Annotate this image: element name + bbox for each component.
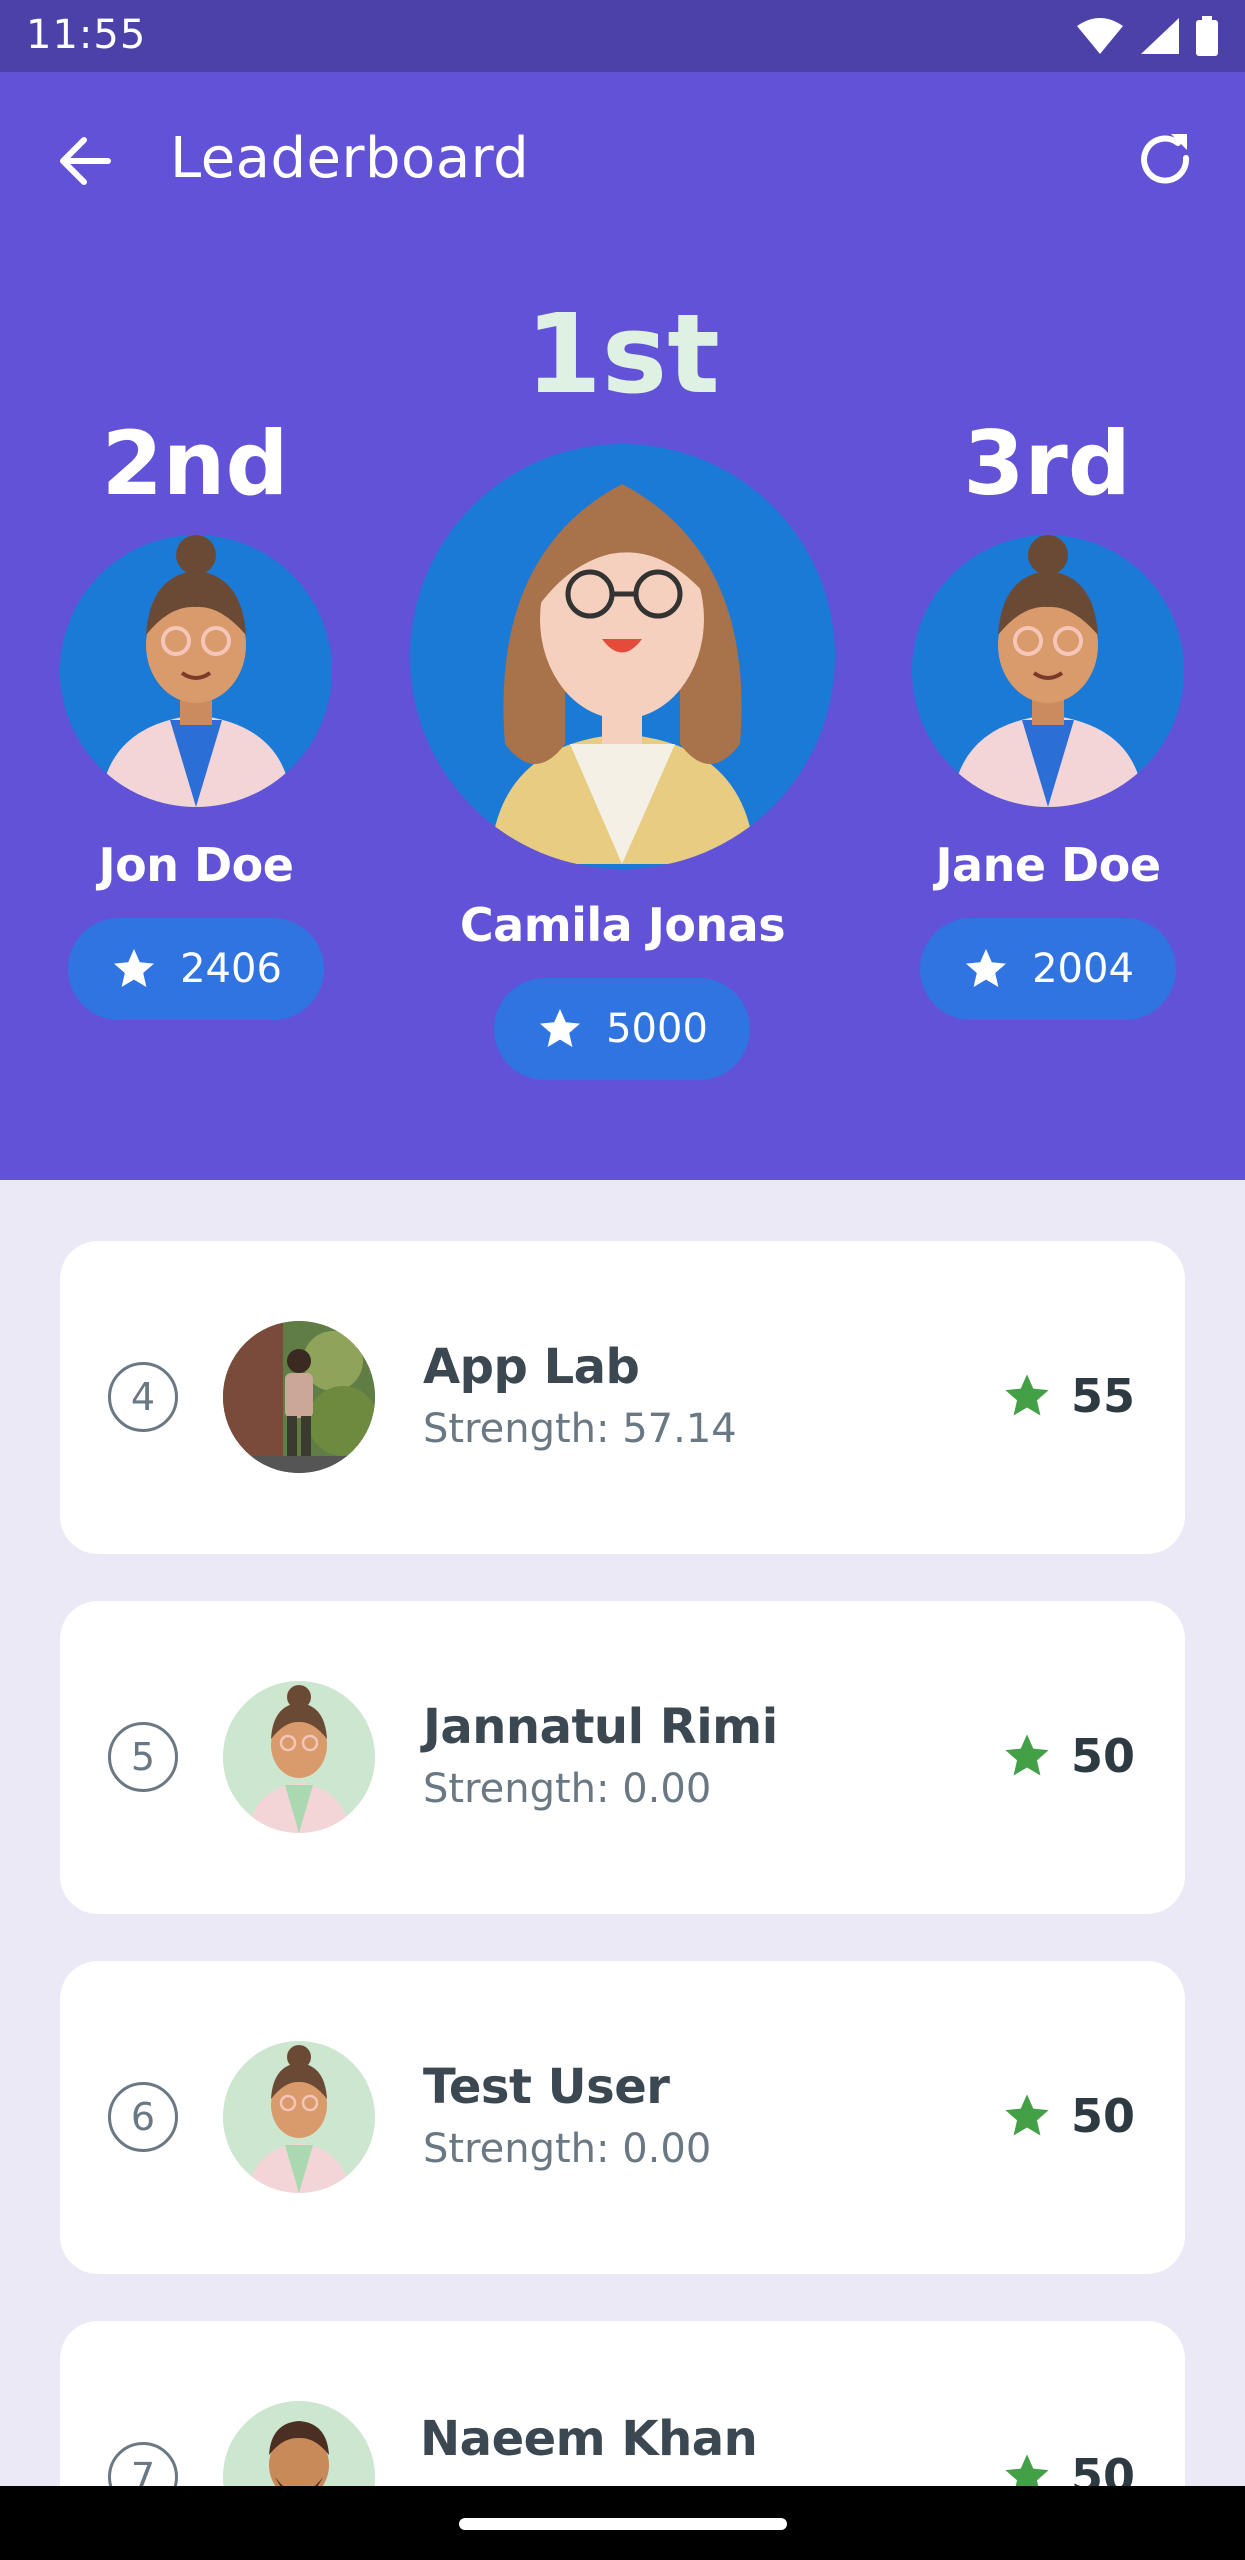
podium-rank-second: 2nd [101, 412, 289, 515]
battery-icon [1196, 16, 1218, 56]
man-avatar-icon [223, 2041, 375, 2193]
podium-name-third: Jane Doe [935, 838, 1161, 892]
star-icon [540, 1009, 581, 1047]
score-value: 50 [1070, 1729, 1135, 1783]
avatar [223, 2041, 375, 2193]
user-name: App Lab [423, 1339, 640, 1395]
home-gesture-handle[interactable] [459, 2518, 787, 2530]
status-time: 11:55 [26, 12, 147, 58]
user-score: 55 [1001, 1369, 1135, 1423]
avatar-first-place[interactable] [410, 444, 835, 869]
app-bar: Leaderboard [0, 72, 1245, 242]
system-navigation-bar [0, 2486, 1245, 2560]
woman-avatar-icon [490, 484, 755, 864]
score-pill-second: 2406 [68, 918, 324, 1020]
wifi-icon [1077, 18, 1123, 54]
star-icon [1005, 1374, 1049, 1416]
score-value: 55 [1070, 1369, 1135, 1423]
list-item[interactable]: 4 App Lab Strength: 57.14 55 [60, 1241, 1185, 1554]
star-icon [114, 949, 155, 987]
user-strength: Strength: 0.00 [423, 2126, 712, 2172]
score-pill-third: 2004 [920, 918, 1176, 1020]
user-name: Jannatul Rimi [423, 1699, 778, 1755]
photo-avatar-icon [223, 1321, 375, 1473]
user-score: 50 [1001, 1729, 1135, 1783]
rank-number: 6 [108, 2082, 178, 2152]
signal-icon [1141, 18, 1179, 54]
list-item[interactable]: 5 Jannatul Rimi Strength: 0.00 50 [60, 1601, 1185, 1914]
avatar [223, 1321, 375, 1473]
back-arrow-icon [60, 137, 111, 185]
user-score: 50 [1001, 2089, 1135, 2143]
score-value: 2406 [180, 946, 282, 992]
back-button[interactable] [50, 126, 120, 196]
refresh-button[interactable] [1131, 126, 1201, 196]
user-name: Test User [423, 2059, 670, 2115]
podium-rank-first: 1st [525, 290, 720, 418]
score-value: 2004 [1032, 946, 1134, 992]
star-icon [1005, 1734, 1049, 1776]
star-icon [1005, 2094, 1049, 2136]
rank-number: 5 [108, 1722, 178, 1792]
user-strength: Strength: 0.00 [423, 1766, 712, 1812]
man-avatar-icon [952, 535, 1144, 807]
man-avatar-icon [100, 535, 292, 807]
podium-name-first: Camila Jonas [459, 898, 786, 952]
score-pill-first: 5000 [494, 978, 750, 1080]
score-value: 50 [1070, 2089, 1135, 2143]
user-name: Naeem Khan [420, 2411, 758, 2467]
page-title: Leaderboard [170, 126, 530, 191]
avatar-third-place[interactable] [912, 535, 1184, 807]
rank-number: 4 [108, 1362, 178, 1432]
list-item[interactable]: 6 Test User Strength: 0.00 50 [60, 1961, 1185, 2274]
refresh-icon [1141, 134, 1190, 184]
status-icons [1075, 14, 1219, 58]
man-avatar-icon [223, 1681, 375, 1833]
score-value: 5000 [606, 1006, 708, 1052]
podium-name-second: Jon Doe [98, 838, 294, 892]
status-bar: 11:55 [0, 0, 1245, 72]
star-icon [966, 949, 1007, 987]
user-strength: Strength: 57.14 [423, 1406, 737, 1452]
podium-rank-third: 3rd [963, 412, 1131, 515]
avatar-second-place[interactable] [60, 535, 332, 807]
avatar [223, 1681, 375, 1833]
